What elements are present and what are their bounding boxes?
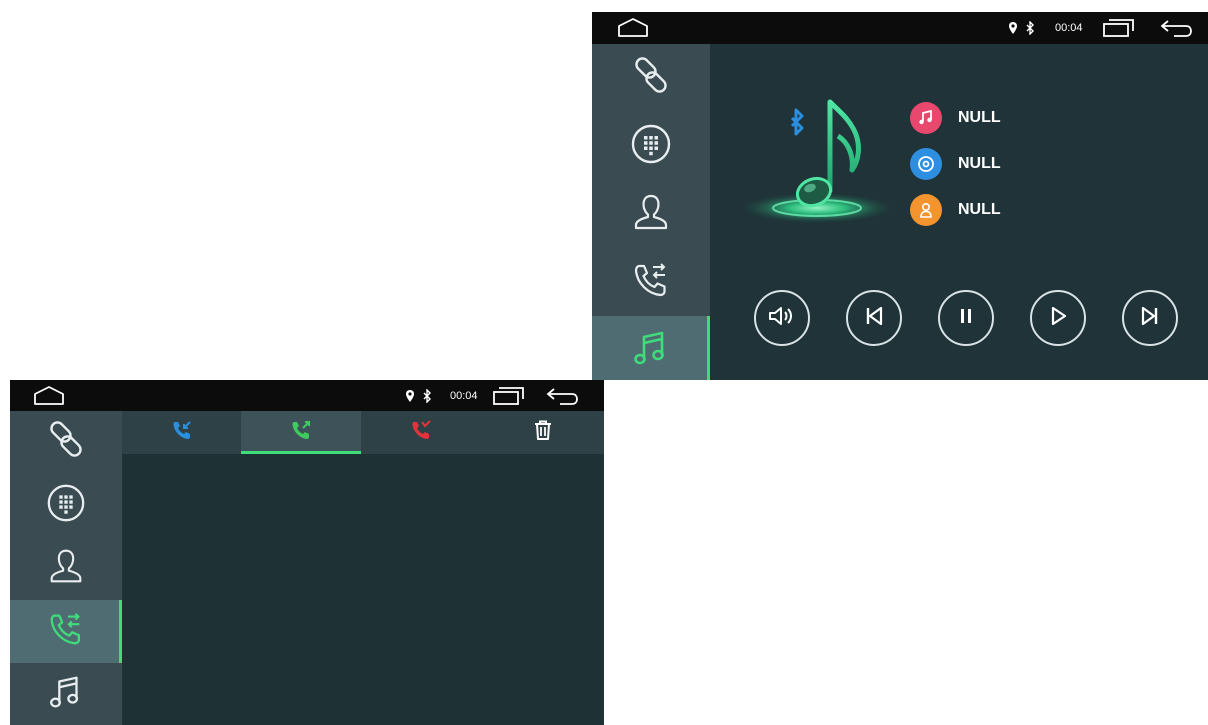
call-log-screen: 00:04 <box>10 380 604 725</box>
call-log-list <box>122 454 604 725</box>
sidebar-item-call-log[interactable] <box>10 600 122 663</box>
person-icon <box>629 190 673 239</box>
sidebar-item-contacts[interactable] <box>592 180 710 248</box>
recent-apps-icon[interactable] <box>492 380 526 411</box>
missed-call-icon <box>410 419 432 446</box>
music-note-icon <box>910 102 942 134</box>
clock-time: 00:04 <box>1055 22 1083 34</box>
pause-icon <box>954 304 978 333</box>
bluetooth-icon <box>422 380 432 411</box>
link-icon <box>631 56 671 101</box>
music-screen: 00:04 NULL NULL NULL <box>592 12 1208 380</box>
tab-delete[interactable] <box>481 411 604 454</box>
play-button[interactable] <box>1030 290 1086 346</box>
call-log-icon <box>45 608 87 655</box>
incoming-call-icon <box>171 419 193 446</box>
sidebar-item-call-log[interactable] <box>592 248 710 316</box>
outgoing-call-icon <box>290 419 312 446</box>
sidebar-item-music[interactable] <box>10 663 122 725</box>
location-pin-icon <box>1008 12 1018 44</box>
back-arrow-icon[interactable] <box>546 380 580 411</box>
bluetooth-music-artwork <box>734 92 904 237</box>
back-arrow-icon[interactable] <box>1160 12 1194 44</box>
dialpad-icon <box>629 122 673 171</box>
play-icon <box>1046 304 1070 333</box>
dialpad-icon <box>45 482 87 529</box>
sidebar-item-contacts[interactable] <box>10 537 122 600</box>
trash-icon <box>533 419 553 446</box>
bluetooth-icon <box>1025 12 1035 44</box>
tab-incoming[interactable] <box>122 411 241 454</box>
sidebar <box>592 44 710 380</box>
track-artist-row: NULL <box>910 194 1001 226</box>
skip-previous-icon <box>862 304 886 333</box>
previous-button[interactable] <box>846 290 902 346</box>
call-log-icon <box>629 258 673 307</box>
home-icon[interactable] <box>616 12 650 44</box>
person-icon <box>45 545 87 592</box>
link-icon <box>46 420 86 465</box>
track-title-row: NULL <box>910 102 1001 134</box>
tab-missed[interactable] <box>361 411 481 454</box>
track-album: NULL <box>958 155 1001 172</box>
next-button[interactable] <box>1122 290 1178 346</box>
track-artist: NULL <box>958 201 1001 218</box>
location-pin-icon <box>405 380 415 411</box>
volume-button[interactable] <box>754 290 810 346</box>
track-album-row: NULL <box>910 148 1001 180</box>
music-note-icon <box>629 326 673 375</box>
pause-button[interactable] <box>938 290 994 346</box>
sidebar-item-dialpad[interactable] <box>592 112 710 180</box>
sidebar-item-link[interactable] <box>10 411 122 474</box>
sidebar-item-dialpad[interactable] <box>10 474 122 537</box>
recent-apps-icon[interactable] <box>1102 12 1136 44</box>
call-log-tabs <box>122 411 604 454</box>
status-bar: 00:04 <box>592 12 1208 44</box>
status-bar: 00:04 <box>10 380 604 411</box>
tab-outgoing[interactable] <box>241 411 361 454</box>
volume-icon <box>767 304 797 333</box>
home-icon[interactable] <box>32 380 66 411</box>
track-title: NULL <box>958 109 1001 126</box>
skip-next-icon <box>1138 304 1162 333</box>
music-note-icon <box>45 671 87 718</box>
artist-person-icon <box>910 194 942 226</box>
sidebar-item-link[interactable] <box>592 44 710 112</box>
sidebar-item-music[interactable] <box>592 316 710 380</box>
sidebar <box>10 411 122 725</box>
album-disc-icon <box>910 148 942 180</box>
clock-time: 00:04 <box>450 389 478 402</box>
